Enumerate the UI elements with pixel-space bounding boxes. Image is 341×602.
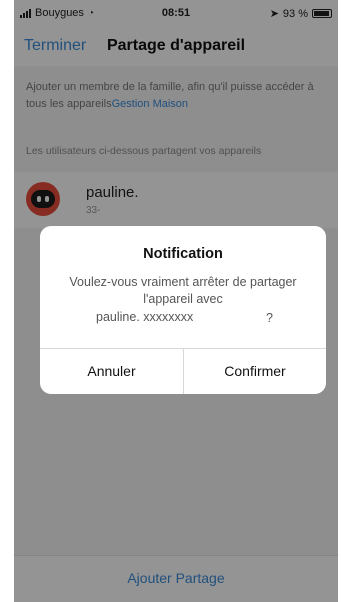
app-screen: Bouygues ◔ 08:51 ➤ 93 % Terminer Partage… — [14, 0, 338, 602]
notification-dialog: Notification Voulez-vous vraiment arrête… — [40, 226, 326, 394]
dialog-question-mark: ? — [266, 311, 273, 325]
dialog-title: Notification — [143, 246, 223, 262]
cancel-button[interactable]: Annuler — [40, 349, 183, 394]
confirm-button[interactable]: Confirmer — [184, 349, 326, 394]
dialog-user-line: pauline. xxxxxxxx — [96, 310, 194, 324]
dialog-message: Voulez-vous vraiment arrêter de partager… — [69, 275, 297, 306]
